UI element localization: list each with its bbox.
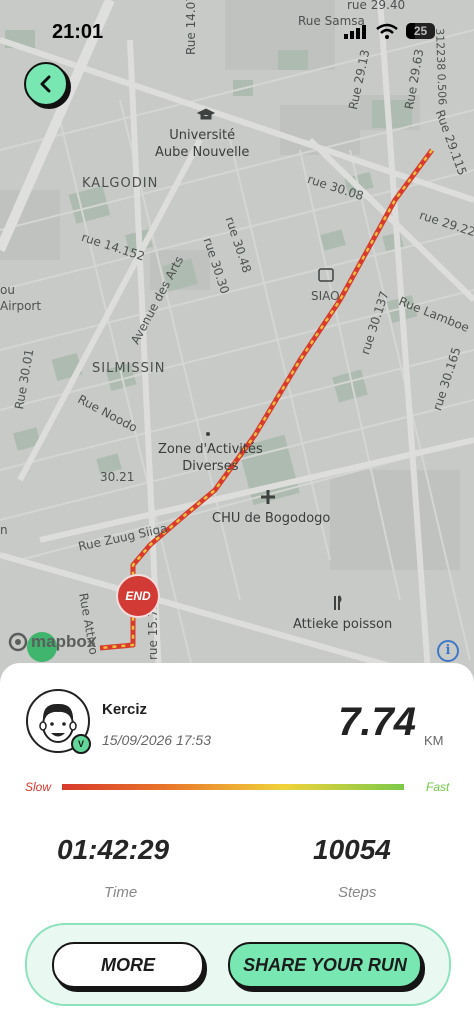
battery-level: 25 (413, 24, 428, 38)
map-label-zone-activites: Zone d'Activités Diverses (158, 442, 263, 474)
mapbox-logo-icon (8, 632, 28, 652)
more-button[interactable]: MORE (52, 942, 204, 988)
map-label-kalgodin: KALGODIN (82, 176, 159, 191)
status-bar: 21:01 25 (0, 0, 474, 60)
info-icon[interactable]: i (437, 640, 459, 662)
time-value: 01:42:29 (57, 834, 170, 865)
distance-value: 7.74 (338, 700, 416, 744)
map-label-silmissin: SILMISSIN (92, 361, 166, 376)
time-label: Time (104, 884, 138, 901)
map-label-rue-30-21: 30.21 (100, 470, 135, 484)
map-label-airport: ou Airport (0, 283, 42, 313)
steps-label: Steps (338, 884, 377, 901)
steps-value: 10054 (313, 834, 391, 865)
verified-badge: V (71, 734, 91, 754)
battery-icon: 25 (406, 23, 435, 39)
speed-slow-label: Slow (25, 780, 52, 794)
map-label-attieke: Attieke poisson (293, 617, 393, 632)
mapbox-attribution[interactable]: mapbox (8, 632, 96, 652)
share-run-button[interactable]: SHARE YOUR RUN (228, 942, 422, 988)
map-view[interactable]: Rue Samsa rue 29.40 Rue 14.07 Rue 29.13 … (0, 0, 474, 700)
end-marker-label: END (125, 589, 151, 603)
cellular-signal-icon (344, 25, 366, 39)
speed-fast-label: Fast (426, 780, 450, 794)
map-label-edge: n (0, 523, 8, 537)
end-marker[interactable]: END (116, 574, 160, 618)
map-label-chu: CHU de Bogodogo (212, 511, 331, 526)
speed-gradient-bar (62, 784, 404, 790)
run-datetime: 15/09/2026 17:53 (102, 732, 211, 748)
back-button[interactable] (24, 62, 68, 106)
chevron-left-icon (40, 75, 51, 93)
user-name: Kerciz (102, 701, 148, 718)
map-label-siao: SIAO (311, 289, 340, 303)
map-label-university: Université Aube Nouvelle (155, 128, 250, 160)
wifi-icon (376, 23, 398, 39)
status-time: 21:01 (52, 21, 104, 43)
distance-unit: KM (424, 733, 444, 748)
mapbox-wordmark: mapbox (31, 632, 97, 651)
